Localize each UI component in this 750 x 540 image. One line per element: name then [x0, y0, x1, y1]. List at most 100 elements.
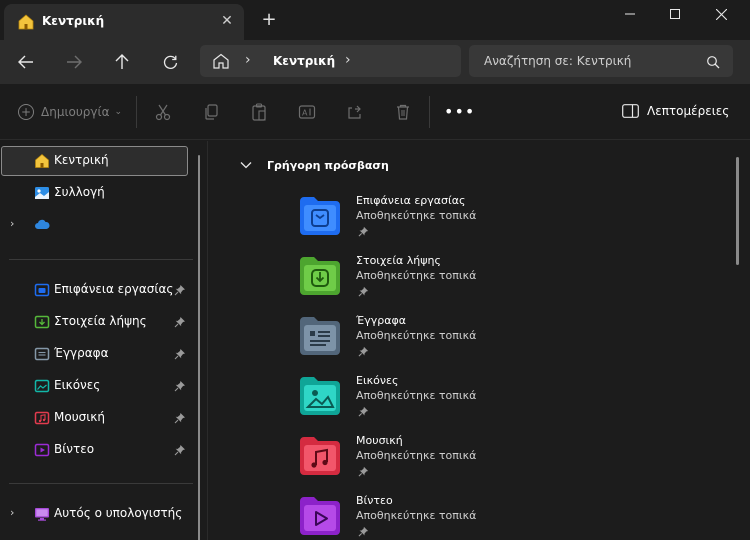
- search-input[interactable]: Αναζήτηση σε: Κεντρική: [469, 45, 733, 77]
- home-icon: [213, 53, 229, 69]
- pin-icon[interactable]: [174, 284, 186, 296]
- minimize-button[interactable]: [606, 0, 654, 28]
- sidebar-item-label: Επιφάνεια εργασίας: [54, 282, 174, 296]
- sidebar-item-videos[interactable]: Βίντεο: [0, 435, 196, 465]
- tab-title: Κεντρική: [42, 14, 105, 28]
- details-pane-button[interactable]: Λεπτομέρειες: [622, 104, 729, 118]
- chevron-down-icon: ⌄: [114, 107, 123, 117]
- sidebar-item-label: Αυτός ο υπολογιστής: [54, 506, 183, 520]
- sidebar-item-label: Στοιχεία λήψης: [54, 314, 147, 328]
- quick-access-item[interactable]: Εικόνες Αποθηκεύτηκε τοπικά: [297, 373, 497, 431]
- pin-icon: [358, 286, 369, 297]
- desktop-folder-icon: [34, 283, 50, 297]
- command-bar: + Δημιουργία ⌄ A ••• Λεπτομέρειες: [0, 84, 750, 140]
- close-icon: [715, 8, 727, 20]
- more-options-button[interactable]: •••: [444, 102, 475, 121]
- music-folder-icon: [300, 437, 340, 475]
- pictures-folder-icon: [300, 377, 340, 415]
- content-pane: Γρήγορη πρόσβαση Επιφάνεια εργασίας Αποθ…: [209, 141, 750, 540]
- sidebar-item-label: Μουσική: [54, 410, 105, 424]
- sidebar-scrollbar[interactable]: [198, 155, 200, 540]
- pin-icon[interactable]: [174, 348, 186, 360]
- maximize-button[interactable]: [651, 0, 699, 28]
- content-scrollbar[interactable]: [736, 157, 739, 265]
- cloud-icon: [35, 219, 50, 229]
- quick-access-item[interactable]: Μουσική Αποθηκεύτηκε τοπικά: [297, 433, 497, 491]
- quick-access-item[interactable]: Έγγραφα Αποθηκεύτηκε τοπικά: [297, 313, 497, 371]
- sidebar-item-pictures[interactable]: Εικόνες: [0, 371, 196, 401]
- paste-icon[interactable]: [250, 103, 268, 121]
- address-bar[interactable]: › Κεντρική ›: [200, 45, 461, 77]
- sidebar-item-music[interactable]: Μουσική: [0, 403, 196, 433]
- rename-icon[interactable]: A: [298, 103, 316, 121]
- back-button[interactable]: [14, 50, 38, 74]
- pictures-folder-icon: [34, 379, 50, 393]
- item-name: Έγγραφα: [356, 314, 406, 327]
- sidebar-item-gallery[interactable]: Συλλογή: [0, 178, 196, 208]
- pin-icon[interactable]: [174, 380, 186, 392]
- home-folder-icon: [35, 154, 49, 168]
- search-placeholder: Αναζήτηση σε: Κεντρική: [484, 54, 632, 68]
- cut-icon[interactable]: [154, 103, 172, 121]
- pin-icon: [358, 226, 369, 237]
- tab-home[interactable]: Κεντρική ✕: [4, 4, 244, 40]
- quick-access-item[interactable]: Στοιχεία λήψης Αποθηκεύτηκε τοπικά: [297, 253, 497, 311]
- quick-access-header[interactable]: Γρήγορη πρόσβαση: [239, 158, 389, 172]
- plus-circle-icon: +: [18, 104, 34, 120]
- sidebar-divider: [9, 259, 193, 260]
- navigation-bar: › Κεντρική › Αναζήτηση σε: Κεντρική: [0, 40, 750, 84]
- downloads-folder-icon: [34, 315, 50, 329]
- new-button[interactable]: + Δημιουργία ⌄: [18, 104, 122, 120]
- item-name: Στοιχεία λήψης: [356, 254, 441, 267]
- minimize-icon: [625, 13, 635, 15]
- music-folder-icon: [34, 411, 50, 425]
- gallery-icon: [35, 187, 49, 199]
- breadcrumb-home[interactable]: Κεντρική: [273, 54, 335, 68]
- quick-access-item[interactable]: Βίντεο Αποθηκεύτηκε τοπικά: [297, 493, 497, 540]
- sidebar-item-onedrive[interactable]: ›: [0, 210, 196, 240]
- arrow-left-icon: [18, 55, 33, 69]
- pin-icon: [358, 406, 369, 417]
- new-tab-button[interactable]: +: [259, 10, 279, 30]
- computer-icon: [35, 508, 49, 521]
- videos-folder-icon: [300, 497, 340, 535]
- pin-icon[interactable]: [174, 316, 186, 328]
- item-status: Αποθηκεύτηκε τοπικά: [356, 209, 477, 222]
- breadcrumb-separator[interactable]: ›: [345, 52, 351, 68]
- item-status: Αποθηκεύτηκε τοπικά: [356, 509, 477, 522]
- home-folder-icon: [18, 14, 34, 30]
- share-icon[interactable]: [346, 103, 364, 121]
- delete-icon[interactable]: [394, 103, 412, 121]
- sidebar-item-desktop[interactable]: Επιφάνεια εργασίας: [0, 275, 196, 305]
- sidebar-item-home[interactable]: Κεντρική: [0, 146, 196, 176]
- documents-folder-icon: [34, 347, 50, 361]
- close-window-button[interactable]: [697, 0, 745, 28]
- section-title: Γρήγορη πρόσβαση: [267, 158, 389, 172]
- item-name: Βίντεο: [356, 494, 393, 507]
- desktop-folder-icon: [300, 197, 340, 235]
- refresh-button[interactable]: [158, 50, 182, 74]
- close-tab-icon[interactable]: ✕: [218, 12, 236, 30]
- sidebar-item-downloads[interactable]: Στοιχεία λήψης: [0, 307, 196, 337]
- navigation-pane: Κεντρική Συλλογή › Επιφάνεια εργασίας Στ…: [0, 141, 208, 540]
- sidebar-divider: [9, 483, 193, 484]
- documents-folder-icon: [300, 317, 340, 355]
- chevron-right-icon[interactable]: ›: [10, 217, 14, 230]
- pin-icon[interactable]: [174, 444, 186, 456]
- item-status: Αποθηκεύτηκε τοπικά: [356, 329, 477, 342]
- item-name: Μουσική: [356, 434, 403, 447]
- toolbar-divider: [136, 96, 137, 128]
- title-bar: Κεντρική ✕ +: [0, 0, 750, 40]
- copy-icon[interactable]: [202, 103, 220, 121]
- pin-icon[interactable]: [174, 412, 186, 424]
- up-button[interactable]: [110, 50, 134, 74]
- breadcrumb-separator[interactable]: ›: [245, 52, 251, 68]
- arrow-up-icon: [115, 54, 129, 69]
- sidebar-item-documents[interactable]: Έγγραφα: [0, 339, 196, 369]
- sidebar-item-label: Βίντεο: [54, 442, 95, 456]
- item-status: Αποθηκεύτηκε τοπικά: [356, 389, 477, 402]
- quick-access-item[interactable]: Επιφάνεια εργασίας Αποθηκεύτηκε τοπικά: [297, 193, 497, 251]
- chevron-right-icon[interactable]: ›: [10, 506, 14, 519]
- sidebar-item-this-pc[interactable]: › Αυτός ο υπολογιστής: [0, 499, 196, 529]
- forward-button[interactable]: [62, 50, 86, 74]
